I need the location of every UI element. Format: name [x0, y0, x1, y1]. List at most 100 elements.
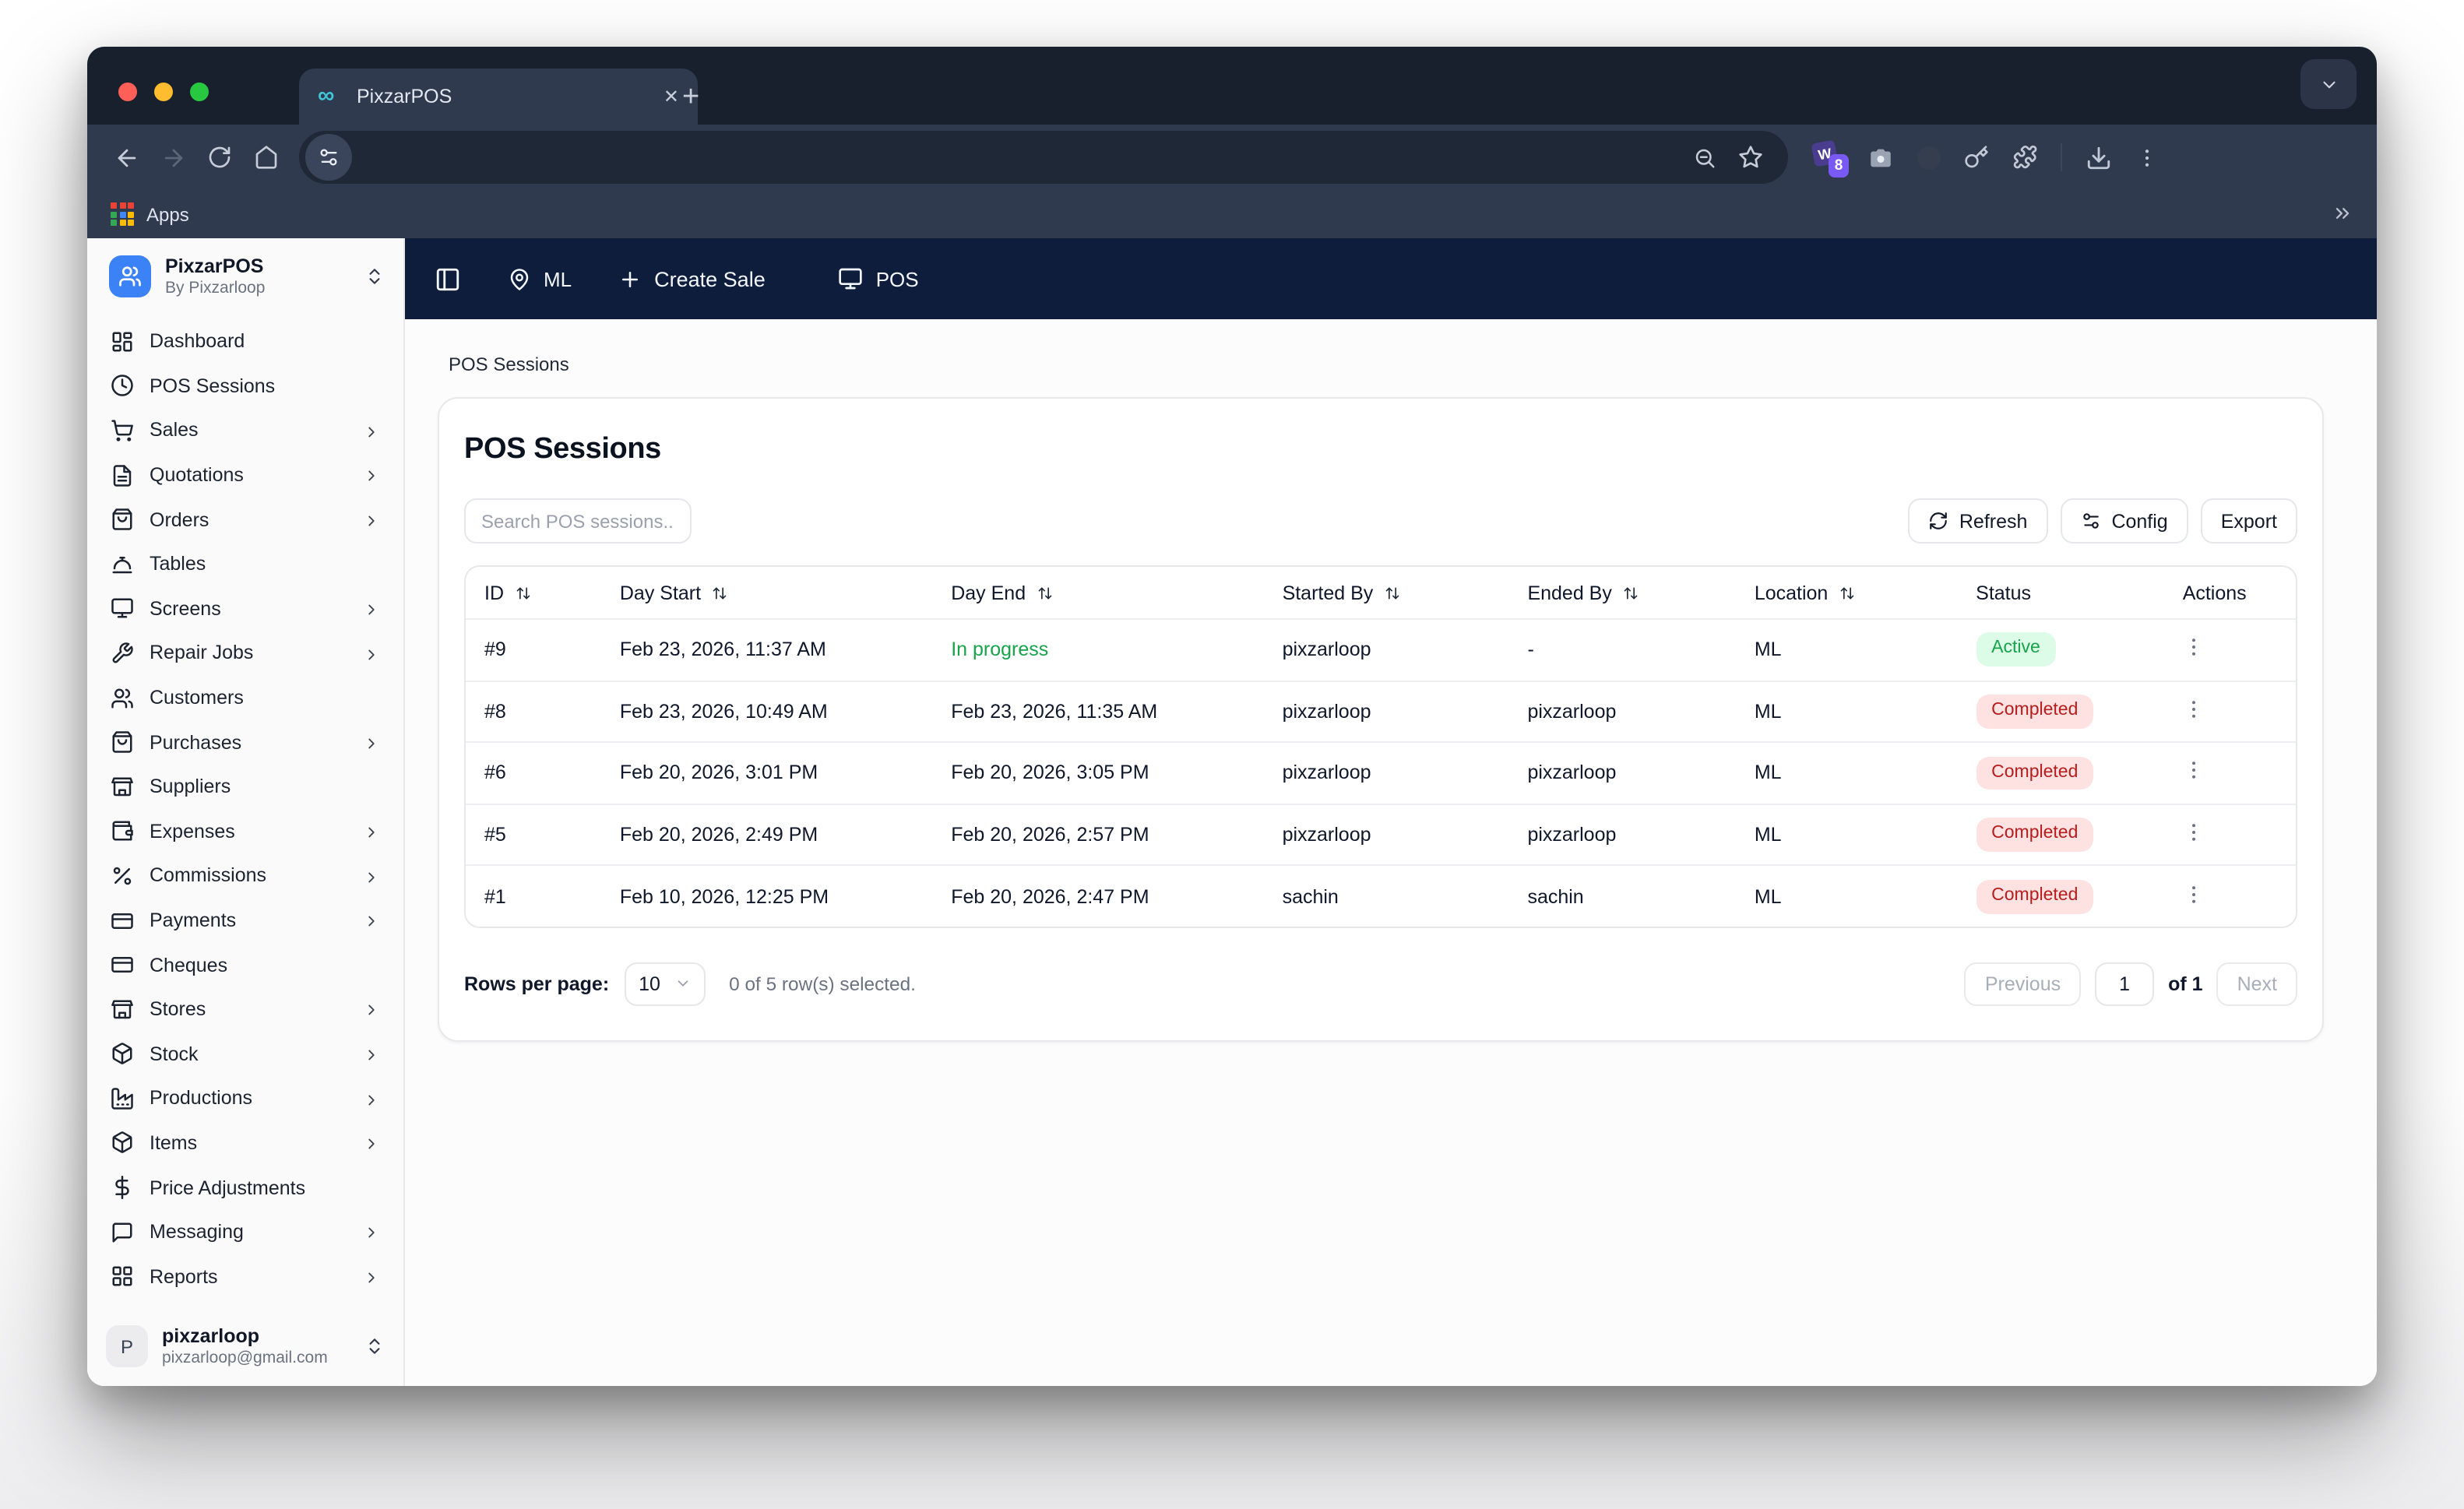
- reload-button[interactable]: [196, 134, 243, 181]
- new-tab-button[interactable]: +: [682, 81, 699, 115]
- shopping-bag-icon: [112, 731, 132, 754]
- sidebar-item-reports[interactable]: Reports: [100, 1254, 391, 1299]
- sidebar-item-customers[interactable]: Customers: [100, 676, 391, 720]
- row-actions-button[interactable]: [2183, 759, 2206, 783]
- keys-extension-icon[interactable]: [1964, 145, 1989, 170]
- cell-ended-by: sachin: [1508, 864, 1736, 927]
- sidebar-item-payments[interactable]: Payments: [100, 898, 391, 942]
- sidebar-toggle-button[interactable]: [435, 266, 461, 292]
- sidebar-item-orders[interactable]: Orders: [100, 498, 391, 542]
- downloads-icon[interactable]: [2086, 144, 2112, 171]
- chevron-right-icon: [368, 515, 375, 526]
- app-byline: By Pixzarloop: [165, 278, 266, 297]
- site-settings-button[interactable]: [305, 134, 352, 181]
- config-label: Config: [2111, 510, 2168, 532]
- chevron-right-icon: [368, 1138, 375, 1149]
- sidebar-item-pos-sessions[interactable]: POS Sessions: [100, 364, 391, 408]
- sidebar-item-stock[interactable]: Stock: [100, 1032, 391, 1076]
- sidebar-item-tables[interactable]: Tables: [100, 542, 391, 586]
- map-pin-icon: [510, 268, 529, 290]
- bookmark-star-icon[interactable]: [1738, 145, 1763, 170]
- wappalyzer-extension-icon[interactable]: W 8: [1811, 139, 1849, 178]
- row-actions-button[interactable]: [2183, 821, 2206, 844]
- sidebar-item-cheques[interactable]: Cheques: [100, 943, 391, 987]
- column-header-location[interactable]: Location: [1736, 567, 1957, 619]
- sessions-table: ID Day Start Day End Started By Ended By Loca…: [464, 565, 2297, 928]
- column-header-ended-by[interactable]: Ended By: [1508, 567, 1735, 619]
- sidebar-item-quotations[interactable]: Quotations: [100, 453, 391, 498]
- sidebar-item-repair-jobs[interactable]: Repair Jobs: [100, 631, 391, 675]
- home-button[interactable]: [243, 134, 290, 181]
- user-menu[interactable]: P pixzarloop pixzarloop@gmail.com: [87, 1313, 403, 1386]
- file-text-icon: [113, 464, 132, 486]
- column-header-id[interactable]: ID: [466, 567, 601, 619]
- sidebar-item-price-adjustments[interactable]: Price Adjustments: [100, 1166, 391, 1210]
- cell-actions: [2163, 864, 2296, 927]
- column-label: Day Start: [619, 582, 702, 603]
- sidebar-item-purchases[interactable]: Purchases: [100, 720, 391, 765]
- row-actions-button[interactable]: [2183, 882, 2206, 906]
- tab-search-button[interactable]: [2300, 59, 2357, 109]
- next-page-button[interactable]: Next: [2216, 962, 2297, 1006]
- sidebar-item-suppliers[interactable]: Suppliers: [100, 765, 391, 809]
- row-actions-button[interactable]: [2183, 636, 2206, 660]
- sidebar: PixzarPOS By Pixzarloop Dashboard POS Ses…: [87, 238, 405, 1386]
- sidebar-item-label: Screens: [150, 597, 221, 620]
- zoom-icon[interactable]: [1693, 146, 1716, 169]
- table-row: #1 Feb 10, 2026, 12:25 PM Feb 20, 2026, 2:…: [466, 864, 2296, 927]
- sidebar-item-sales[interactable]: Sales: [100, 408, 391, 452]
- back-button[interactable]: [103, 134, 150, 181]
- column-header-day-start[interactable]: Day Start: [601, 567, 932, 619]
- status-badge: Active: [1976, 632, 2056, 667]
- row-actions-button[interactable]: [2183, 698, 2206, 721]
- workspace-switcher[interactable]: PixzarPOS By Pixzarloop: [87, 238, 403, 307]
- camera-extension-icon[interactable]: [1867, 144, 1894, 171]
- sort-icon: [1624, 587, 1638, 600]
- search-input[interactable]: [464, 498, 692, 543]
- cell-status: Completed: [1957, 803, 2164, 866]
- column-header-day-end[interactable]: Day End: [932, 567, 1263, 619]
- sidebar-item-productions[interactable]: Productions: [100, 1076, 391, 1120]
- forward-button[interactable]: [150, 134, 196, 181]
- refresh-button[interactable]: Refresh: [1907, 498, 2048, 543]
- location-selector[interactable]: ML: [508, 267, 572, 290]
- sidebar-item-dashboard[interactable]: Dashboard: [100, 319, 391, 364]
- bookmarks-overflow-button[interactable]: [2332, 200, 2353, 228]
- export-button[interactable]: Export: [2200, 498, 2297, 543]
- sidebar-item-screens[interactable]: Screens: [100, 586, 391, 631]
- extensions-puzzle-icon[interactable]: [2012, 145, 2037, 170]
- cell-day-start: Feb 20, 2026, 3:01 PM: [600, 741, 933, 804]
- create-sale-button[interactable]: Create Sale: [618, 267, 766, 290]
- sidebar-nav: Dashboard POS Sessions Sales Quotations Orde…: [87, 307, 403, 1313]
- sidebar-item-label: Suppliers: [150, 776, 231, 798]
- pos-button[interactable]: POS: [839, 266, 919, 291]
- column-header-started-by[interactable]: Started By: [1264, 567, 1509, 619]
- apps-bookmark[interactable]: Apps: [146, 203, 189, 225]
- browser-window: ∞ PixzarPOS ✕ + W 8 Apps PixzarPOS By Pi…: [87, 47, 2377, 1386]
- disabled-extension-icon[interactable]: [1917, 146, 1941, 169]
- page-number-input[interactable]: [2095, 962, 2155, 1006]
- previous-page-button[interactable]: Previous: [1964, 962, 2082, 1006]
- close-window-button[interactable]: [118, 83, 137, 101]
- rows-per-page-select[interactable]: 10: [625, 962, 706, 1006]
- extensions-area: W 8: [1811, 139, 2159, 178]
- pagination: Previous of 1 Next: [1964, 962, 2297, 1006]
- zoom-window-button[interactable]: [190, 83, 209, 101]
- sidebar-item-messaging[interactable]: Messaging: [100, 1210, 391, 1254]
- sidebar-item-commissions[interactable]: Commissions: [100, 853, 391, 898]
- browser-titlebar: ∞ PixzarPOS ✕ +: [87, 47, 2377, 125]
- sidebar-item-stores[interactable]: Stores: [100, 987, 391, 1032]
- config-button[interactable]: Config: [2060, 498, 2188, 543]
- address-bar[interactable]: [299, 131, 1788, 184]
- kebab-icon: [2192, 824, 2196, 841]
- package-icon: [112, 1043, 132, 1065]
- browser-tab[interactable]: ∞ PixzarPOS ✕: [299, 69, 698, 125]
- minimize-window-button[interactable]: [154, 83, 173, 101]
- sidebar-item-items[interactable]: Items: [100, 1120, 391, 1165]
- store-icon: [111, 999, 133, 1018]
- sidebar-item-expenses[interactable]: Expenses: [100, 809, 391, 853]
- chevron-right-icon: [368, 649, 375, 660]
- browser-menu-icon[interactable]: [2135, 146, 2159, 169]
- sidebar-item-label: Orders: [150, 508, 209, 531]
- tab-close-icon[interactable]: ✕: [664, 86, 679, 107]
